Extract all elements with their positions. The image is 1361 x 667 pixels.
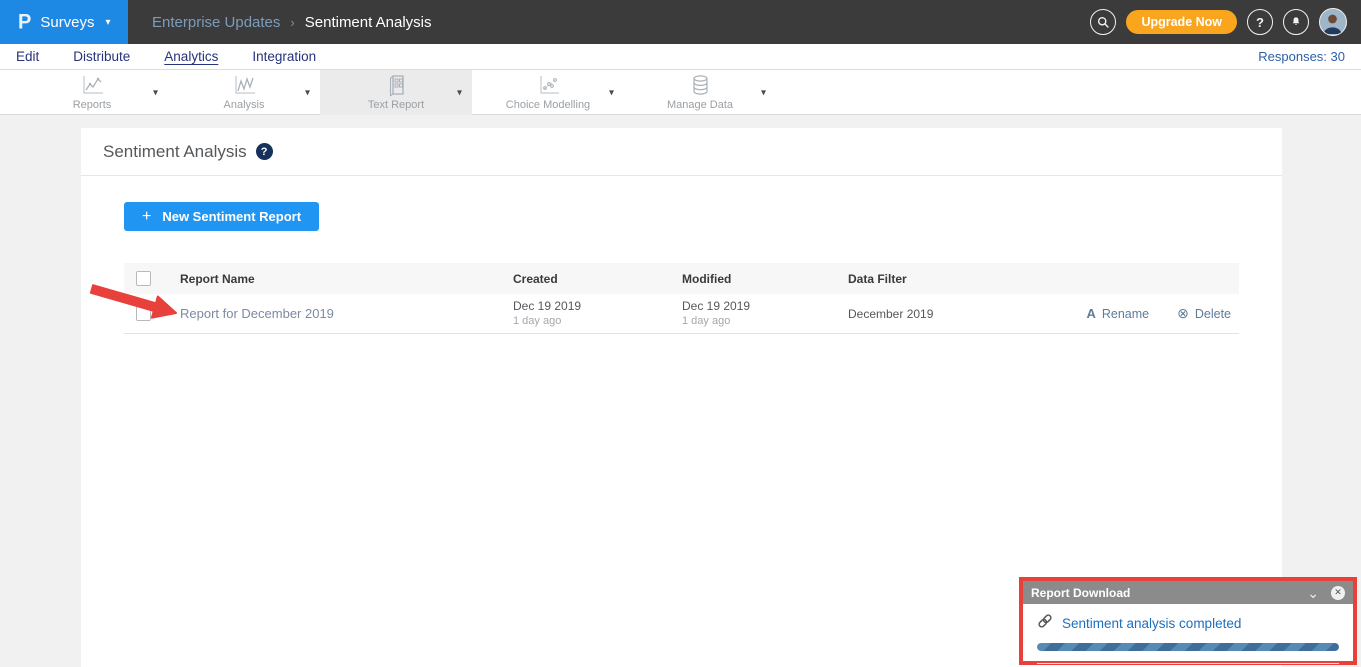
top-bar: P Surveys ▾ Enterprise Updates › Sentime…: [0, 0, 1361, 44]
report-name-cell: Report for December 2019: [180, 306, 513, 321]
modified-date: Dec 19 2019: [682, 298, 848, 314]
caret-down-icon[interactable]: ▾: [761, 87, 766, 98]
user-avatar[interactable]: [1319, 8, 1347, 36]
nav-item-edit[interactable]: Edit: [16, 49, 39, 64]
delete-button[interactable]: ⊗ Delete: [1177, 305, 1231, 322]
download-item: Sentiment analysis completed: [1037, 613, 1339, 664]
breadcrumb-current: Sentiment Analysis: [305, 14, 432, 31]
progress-bar-track: [1037, 643, 1339, 651]
database-icon: [688, 74, 713, 97]
product-switcher[interactable]: P Surveys ▾: [0, 0, 128, 44]
created-date: Dec 19 2019: [513, 298, 682, 314]
rename-label: Rename: [1102, 307, 1149, 321]
notifications-bell-icon[interactable]: [1283, 9, 1309, 35]
page-title: Sentiment Analysis: [103, 142, 247, 162]
nav-item-distribute[interactable]: Distribute: [73, 49, 130, 64]
header-report-name: Report Name: [180, 272, 513, 286]
new-sentiment-report-button[interactable]: + New Sentiment Report: [124, 202, 319, 231]
link-chain-icon: [1037, 613, 1053, 634]
nav-item-integration[interactable]: Integration: [252, 49, 316, 64]
analytics-ribbon: Reports ▾ Analysis ▾ Text Report ▾ Choic…: [0, 70, 1361, 115]
created-relative: 1 day ago: [513, 314, 682, 329]
download-link-label: Sentiment analysis completed: [1062, 616, 1241, 631]
collapse-chevron-icon[interactable]: ⌄: [1307, 588, 1319, 598]
data-filter-cell: December 2019: [848, 307, 1049, 321]
row-checkbox[interactable]: [136, 306, 151, 321]
scatter-chart-icon: [536, 74, 561, 97]
responses-count: Responses: 30: [1258, 49, 1345, 64]
progress-bar-fill: [1037, 643, 1339, 651]
rename-button[interactable]: A Rename: [1086, 305, 1149, 322]
ribbon-item-analysis[interactable]: Analysis ▾: [168, 70, 320, 115]
app-screen: P Surveys ▾ Enterprise Updates › Sentime…: [0, 0, 1361, 667]
row-checkbox-cell: [124, 306, 180, 321]
plus-icon: +: [142, 208, 151, 226]
delete-label: Delete: [1195, 307, 1231, 321]
survey-nav: Edit Distribute Analytics Integration Re…: [0, 44, 1361, 70]
table-header-row: Report Name Created Modified Data Filter: [124, 263, 1239, 294]
line-chart-icon: [80, 74, 105, 97]
ribbon-label: Reports: [73, 99, 112, 111]
chevron-down-icon: ▾: [106, 17, 111, 28]
close-icon[interactable]: ✕: [1331, 586, 1345, 600]
modified-cell: Dec 19 2019 1 day ago: [682, 298, 848, 329]
download-link[interactable]: Sentiment analysis completed: [1037, 613, 1339, 634]
breadcrumb-parent-link[interactable]: Enterprise Updates: [152, 14, 280, 31]
delete-icon: ⊗: [1177, 305, 1189, 322]
ribbon-label: Analysis: [224, 99, 265, 111]
report-download-panel: Report Download ⌄ ✕ Sentiment analysis c…: [1019, 577, 1357, 665]
caret-down-icon[interactable]: ▾: [153, 87, 158, 98]
report-document-icon: [384, 74, 409, 97]
product-name: Surveys: [40, 14, 94, 31]
select-all-checkbox[interactable]: [136, 271, 151, 286]
header-checkbox-cell: [124, 271, 180, 286]
ribbon-item-manage-data[interactable]: Manage Data ▾: [624, 70, 776, 115]
help-icon[interactable]: ?: [1247, 9, 1273, 35]
data-filter-value: December 2019: [848, 307, 933, 321]
ribbon-item-choice-modelling[interactable]: Choice Modelling ▾: [472, 70, 624, 115]
caret-down-icon[interactable]: ▾: [457, 87, 462, 98]
modified-relative: 1 day ago: [682, 314, 848, 329]
download-panel-header: Report Download ⌄ ✕: [1023, 581, 1353, 604]
caret-down-icon[interactable]: ▾: [305, 87, 310, 98]
created-cell: Dec 19 2019 1 day ago: [513, 298, 682, 329]
caret-down-icon[interactable]: ▾: [609, 87, 614, 98]
row-actions: A Rename ⊗ Delete: [1049, 305, 1239, 322]
ribbon-label: Manage Data: [667, 99, 733, 111]
search-icon[interactable]: [1090, 9, 1116, 35]
title-help-icon[interactable]: ?: [256, 143, 273, 160]
title-row: Sentiment Analysis ?: [81, 128, 1282, 176]
breadcrumb: Enterprise Updates › Sentiment Analysis: [152, 14, 431, 31]
reports-table: Report Name Created Modified Data Filter…: [124, 263, 1239, 334]
ribbon-item-reports[interactable]: Reports ▾: [16, 70, 168, 115]
ribbon-label: Text Report: [368, 99, 424, 111]
report-name-link[interactable]: Report for December 2019: [180, 306, 334, 321]
new-report-label: New Sentiment Report: [162, 209, 301, 224]
zigzag-chart-icon: [232, 74, 257, 97]
nav-item-analytics[interactable]: Analytics: [164, 49, 218, 64]
upgrade-now-button[interactable]: Upgrade Now: [1126, 10, 1237, 34]
ribbon-label: Choice Modelling: [506, 99, 590, 111]
rename-icon: A: [1086, 306, 1095, 321]
ribbon-item-text-report[interactable]: Text Report ▾: [320, 70, 472, 115]
download-panel-body: Sentiment analysis completed: [1023, 604, 1353, 664]
table-row: Report for December 2019 Dec 19 2019 1 d…: [124, 294, 1239, 334]
breadcrumb-separator-icon: ›: [290, 15, 294, 30]
header-data-filter: Data Filter: [848, 272, 1049, 286]
header-modified: Modified: [682, 272, 848, 286]
header-created: Created: [513, 272, 682, 286]
download-panel-title: Report Download: [1031, 586, 1130, 600]
download-panel-controls: ⌄ ✕: [1307, 586, 1345, 600]
questionpro-logo-icon: P: [18, 10, 31, 34]
topbar-actions: Upgrade Now ?: [1090, 8, 1361, 36]
